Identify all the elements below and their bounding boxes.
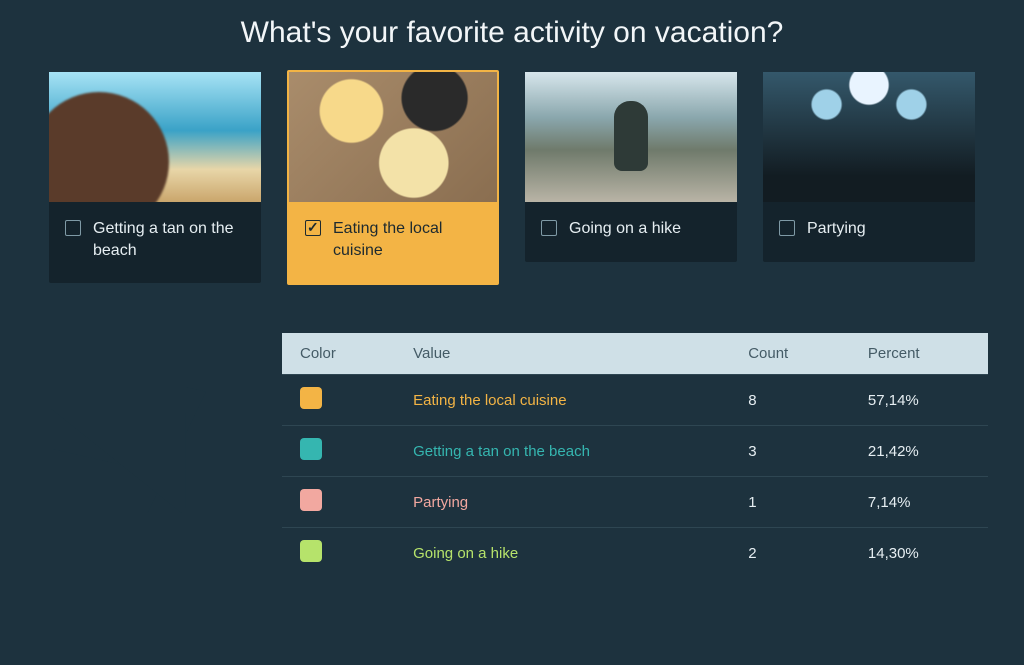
col-color: Color <box>282 333 395 375</box>
color-swatch <box>300 489 322 511</box>
pie-slice <box>71 333 141 423</box>
row-percent: 21,42% <box>850 426 988 477</box>
color-swatch <box>300 387 322 409</box>
option-card-food[interactable]: Eating the local cuisine <box>287 70 499 285</box>
row-percent: 14,30% <box>850 528 988 579</box>
color-swatch <box>300 540 322 562</box>
row-count: 2 <box>730 528 850 579</box>
col-count: Count <box>730 333 850 375</box>
row-value: Eating the local cuisine <box>395 375 730 426</box>
option-label: Going on a hike <box>569 218 681 240</box>
results-table: Color Value Count Percent Eating the loc… <box>282 333 988 578</box>
row-percent: 7,14% <box>850 477 988 528</box>
row-value: Getting a tan on the beach <box>395 426 730 477</box>
row-count: 1 <box>730 477 850 528</box>
option-card-hike[interactable]: Going on a hike <box>525 72 737 262</box>
row-count: 3 <box>730 426 850 477</box>
row-value: Partying <box>395 477 730 528</box>
table-row: Getting a tan on the beach321,42% <box>282 426 988 477</box>
option-thumbnail <box>763 72 975 202</box>
color-swatch <box>300 438 322 460</box>
table-row: Going on a hike214,30% <box>282 528 988 579</box>
checkbox-icon <box>779 220 795 236</box>
table-row: Partying17,14% <box>282 477 988 528</box>
options-row: Getting a tan on the beach Eating the lo… <box>36 72 988 285</box>
option-label: Partying <box>807 218 866 240</box>
option-card-beach[interactable]: Getting a tan on the beach <box>49 72 261 283</box>
option-thumbnail <box>289 72 497 202</box>
option-label: Getting a tan on the beach <box>93 218 245 261</box>
col-value: Value <box>395 333 730 375</box>
option-thumbnail <box>525 72 737 202</box>
option-thumbnail <box>49 72 261 202</box>
table-row: Eating the local cuisine857,14% <box>282 375 988 426</box>
row-value: Going on a hike <box>395 528 730 579</box>
col-percent: Percent <box>850 333 988 375</box>
option-card-party[interactable]: Partying <box>763 72 975 262</box>
poll-question: What's your favorite activity on vacatio… <box>36 16 988 50</box>
results-section: Color Value Count Percent Eating the loc… <box>36 333 988 578</box>
row-percent: 57,14% <box>850 375 988 426</box>
pie-chart <box>36 333 246 513</box>
option-label: Eating the local cuisine <box>333 218 481 261</box>
checkbox-checked-icon <box>305 220 321 236</box>
row-count: 8 <box>730 375 850 426</box>
checkbox-icon <box>541 220 557 236</box>
checkbox-icon <box>65 220 81 236</box>
